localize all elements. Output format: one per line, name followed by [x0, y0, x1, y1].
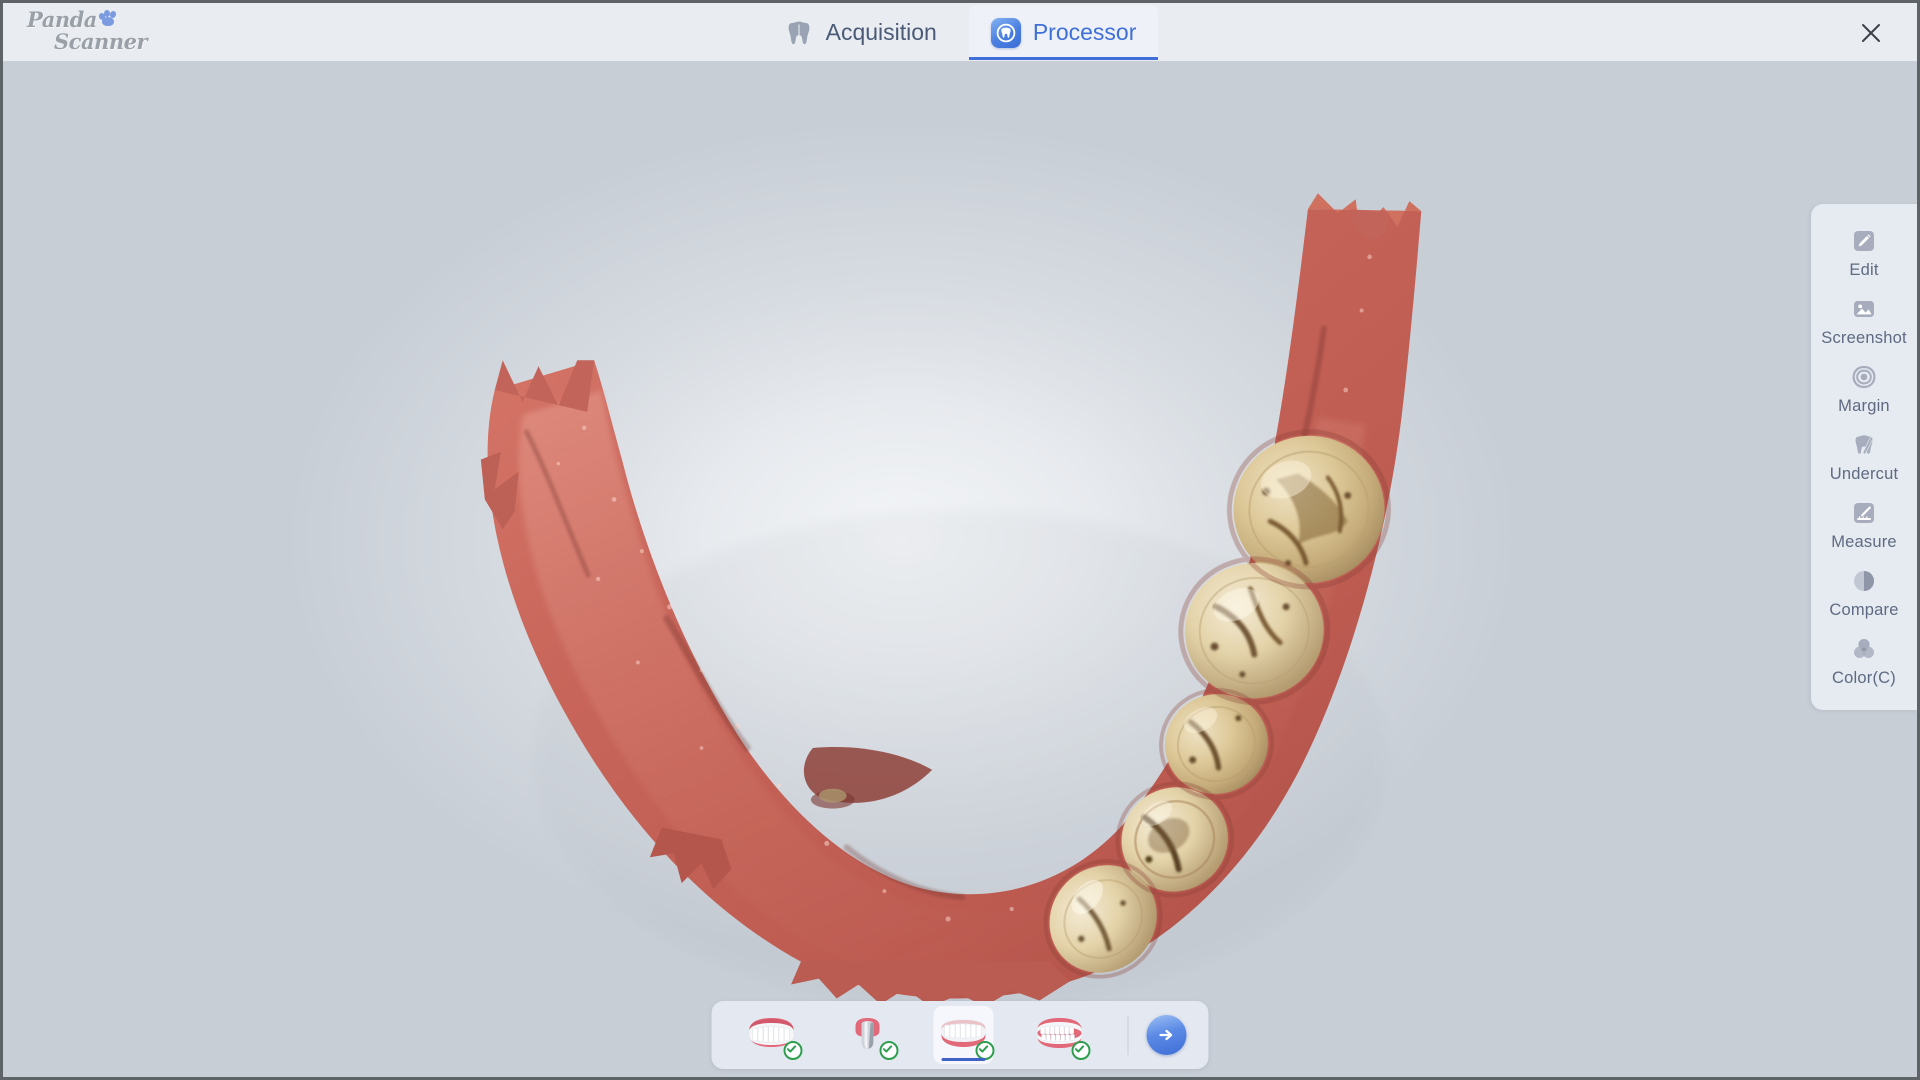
- tooth-slash-icon: [1849, 430, 1879, 460]
- tool-screenshot[interactable]: Screenshot: [1811, 286, 1917, 354]
- tools-panel: Edit Screenshot Margin Undercut Measure …: [1811, 204, 1917, 710]
- main-tabs: Acquisition Processor: [3, 3, 1917, 62]
- tool-edit-label: Edit: [1849, 261, 1879, 279]
- 3d-viewport[interactable]: Edit Screenshot Margin Undercut Measure …: [3, 62, 1917, 1077]
- title-bar: Panda Scanner Acquisition Processor: [3, 3, 1917, 62]
- image-icon: [1849, 294, 1879, 324]
- thumbnail-preparation[interactable]: [838, 1006, 899, 1064]
- application-window: Panda Scanner Acquisition Processor Edit…: [0, 0, 1920, 1080]
- thumbbar-divider: [1127, 1015, 1129, 1055]
- tab-acquisition[interactable]: Acquisition: [762, 5, 959, 60]
- concentric-rings-icon: [1849, 362, 1879, 392]
- thumbnail-upper-arch[interactable]: [742, 1006, 803, 1064]
- scan-steps-bar: [711, 1001, 1209, 1069]
- tab-acquisition-label: Acquisition: [825, 19, 937, 45]
- tool-measure-label: Measure: [1831, 533, 1897, 551]
- tool-margin[interactable]: Margin: [1811, 354, 1917, 422]
- tooth-icon: [784, 18, 814, 48]
- thumbnail-lower-arch[interactable]: [933, 1006, 995, 1064]
- half-circle-contrast-icon: [1849, 566, 1879, 596]
- tool-measure[interactable]: Measure: [1811, 490, 1917, 558]
- tab-processor[interactable]: Processor: [968, 5, 1159, 60]
- tool-undercut-label: Undercut: [1829, 465, 1899, 483]
- tool-screenshot-label: Screenshot: [1821, 329, 1907, 347]
- ruler-pencil-icon: [1849, 498, 1879, 528]
- upper-jaw-icon: [745, 1016, 803, 1060]
- tool-color-label: Color(C): [1832, 669, 1896, 687]
- arrow-right-icon: [1159, 1029, 1173, 1041]
- check-circle-icon: [975, 1041, 995, 1060]
- next-step-button[interactable]: [1146, 1015, 1187, 1055]
- tool-edit[interactable]: Edit: [1811, 218, 1917, 286]
- tool-color[interactable]: Color(C): [1811, 626, 1917, 694]
- tool-compare[interactable]: Compare: [1811, 558, 1917, 626]
- mandibular-arch-3d-model[interactable]: [3, 62, 1917, 1077]
- scan-void-2: [818, 788, 847, 803]
- check-circle-icon: [879, 1041, 899, 1060]
- tab-processor-label: Processor: [1032, 19, 1137, 45]
- thumbnail-bite[interactable]: [1030, 1006, 1091, 1064]
- check-circle-icon: [783, 1041, 803, 1060]
- tool-undercut[interactable]: Undercut: [1811, 422, 1917, 490]
- prepared-tooth-icon: [841, 1016, 899, 1060]
- close-button[interactable]: [1843, 3, 1899, 62]
- tool-margin-label: Margin: [1838, 397, 1890, 415]
- check-circle-icon: [1071, 1041, 1091, 1060]
- tool-compare-label: Compare: [1829, 601, 1899, 619]
- lower-jaw-icon: [937, 1016, 995, 1060]
- three-circles-color-icon: [1849, 634, 1879, 664]
- pencil-square-icon: [1849, 226, 1879, 256]
- occlusion-icon: [1033, 1016, 1091, 1060]
- close-icon: [1862, 23, 1880, 42]
- tooth-in-circle-icon: [990, 17, 1021, 48]
